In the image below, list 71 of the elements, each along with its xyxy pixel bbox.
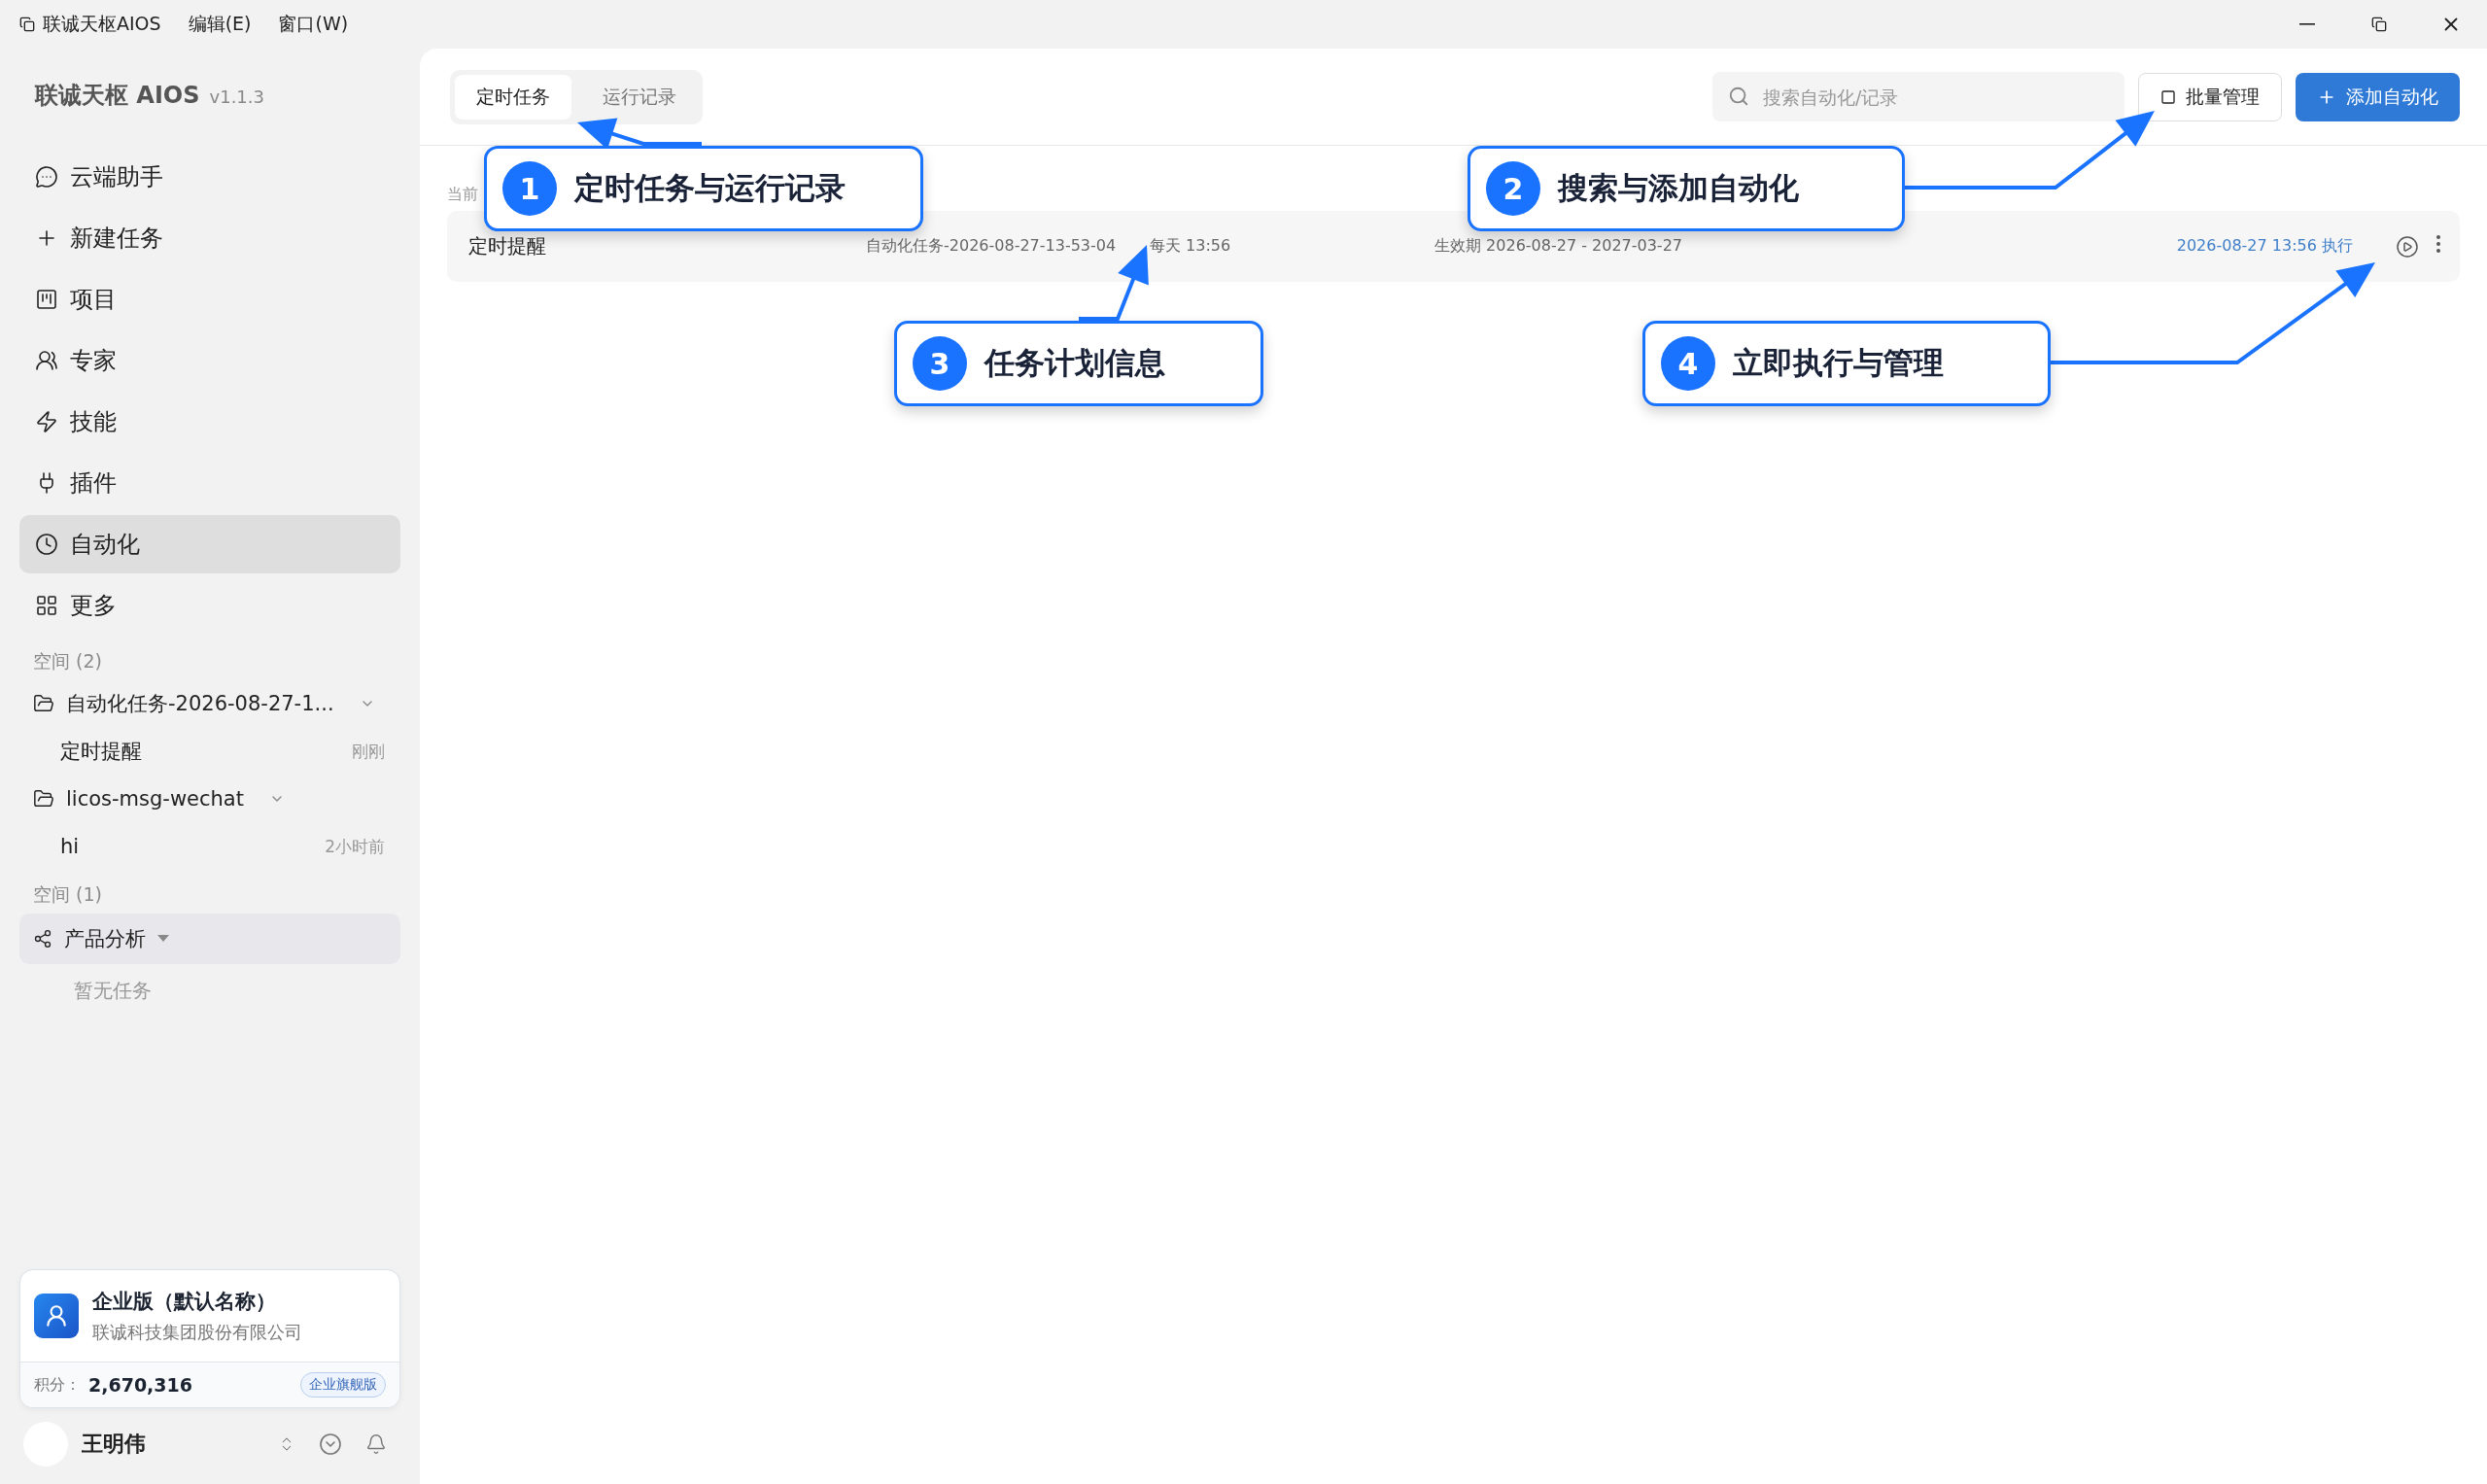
task-project: 自动化任务-2026-08-27-13-53-04 — [866, 236, 1118, 257]
task-time: 2小时前 — [325, 835, 385, 858]
more-icon — [2436, 234, 2440, 253]
task-name: 定时提醒 — [468, 233, 547, 259]
experts-icon — [35, 349, 58, 372]
restore-icon — [2371, 17, 2387, 32]
app-name: 联诚天枢AIOS — [43, 12, 161, 36]
tab[interactable]: 运行记录 — [581, 74, 698, 120]
empty-label: 暂无任务 — [73, 978, 153, 1004]
task-schedule: 每天 13:56 — [1150, 236, 1232, 257]
task-name[interactable]: 定时提醒 — [60, 738, 142, 765]
org-name: 企业版（默认名称） — [92, 1289, 277, 1315]
task-validity: 生效期 2026-08-27 - 2027-03-27 — [1434, 236, 1683, 257]
grid-icon — [35, 594, 58, 617]
play-icon — [2396, 234, 2419, 259]
points-label: 积分： — [34, 1374, 81, 1396]
nav-item[interactable]: 技能 — [19, 393, 400, 451]
next-run: 2026-08-27 13:56 执行 — [2176, 236, 2353, 257]
project-group[interactable]: 产品分析 — [19, 914, 400, 964]
plan-badge: 企业旗舰版 — [300, 1372, 386, 1398]
user-name: 王明伟 — [82, 1431, 146, 1458]
bell-icon[interactable] — [365, 1433, 387, 1455]
folder-icon — [33, 693, 54, 714]
step-number: 4 — [1661, 336, 1715, 391]
tab[interactable]: 定时任务 — [455, 74, 571, 120]
nav-item[interactable]: 更多 — [19, 576, 400, 635]
brand-name: 联诚天枢 AIOS — [35, 81, 200, 111]
search-field[interactable]: 搜索自动化/记录 — [1712, 72, 2124, 121]
task-name[interactable]: hi — [60, 835, 80, 858]
add-button[interactable]: 添加自动化 — [2296, 72, 2460, 121]
kanban-icon — [35, 288, 58, 311]
space-heading: 空间 (1) — [32, 882, 103, 907]
section-label: 当前 — [447, 185, 478, 205]
nav-item[interactable]: 云端助手 — [19, 148, 400, 206]
callout-text: 定时任务与运行记录 — [574, 169, 846, 207]
search-icon — [1728, 86, 1749, 107]
menu-item[interactable]: 窗口(W) — [278, 12, 349, 37]
caret-icon — [157, 935, 169, 943]
play-button[interactable] — [2396, 234, 2419, 259]
app-icon — [19, 17, 35, 32]
folder-icon — [33, 788, 54, 810]
callout-text: 任务计划信息 — [984, 344, 1165, 382]
chevron-circle-icon[interactable] — [319, 1432, 342, 1456]
company-name: 联诚科技集团股份有限公司 — [92, 1321, 302, 1344]
step-number: 2 — [1486, 161, 1540, 216]
minimize-icon — [2299, 23, 2315, 25]
version-label: v1.1.3 — [209, 86, 264, 107]
batch-button[interactable]: 批量管理 — [2138, 72, 2282, 121]
project-name[interactable]: 产品分析 — [64, 925, 146, 952]
callout-text: 立即执行与管理 — [1733, 344, 1944, 382]
nav-item[interactable]: 项目 — [19, 270, 400, 328]
project-name[interactable]: 自动化任务-2026-08-27-1... — [66, 690, 334, 717]
org-card[interactable]: 企业版（默认名称） 联诚科技集团股份有限公司 积分： 2,670,316 企业旗舰版 — [19, 1269, 400, 1408]
org-icon — [34, 1294, 79, 1338]
menu-item[interactable]: 编辑(E) — [188, 12, 252, 37]
bolt-icon — [35, 410, 58, 433]
chat-icon — [35, 165, 58, 189]
nav-item[interactable]: 专家 — [19, 331, 400, 390]
step-number: 1 — [502, 161, 557, 216]
share-icon — [33, 929, 52, 949]
task-time: 刚刚 — [352, 740, 385, 763]
checkbox-icon — [2160, 88, 2176, 105]
space-heading: 空间 (2) — [32, 649, 103, 673]
nav-item[interactable]: 插件 — [19, 454, 400, 512]
clock-icon — [35, 533, 58, 556]
step-number: 3 — [913, 336, 967, 391]
points-value: 2,670,316 — [88, 1374, 192, 1396]
nav-item[interactable]: 新建任务 — [19, 209, 400, 267]
callout-text: 搜索与添加自动化 — [1558, 169, 1799, 207]
project-name[interactable]: licos-msg-wechat — [66, 787, 244, 811]
nav-item[interactable]: 自动化 — [19, 515, 400, 573]
